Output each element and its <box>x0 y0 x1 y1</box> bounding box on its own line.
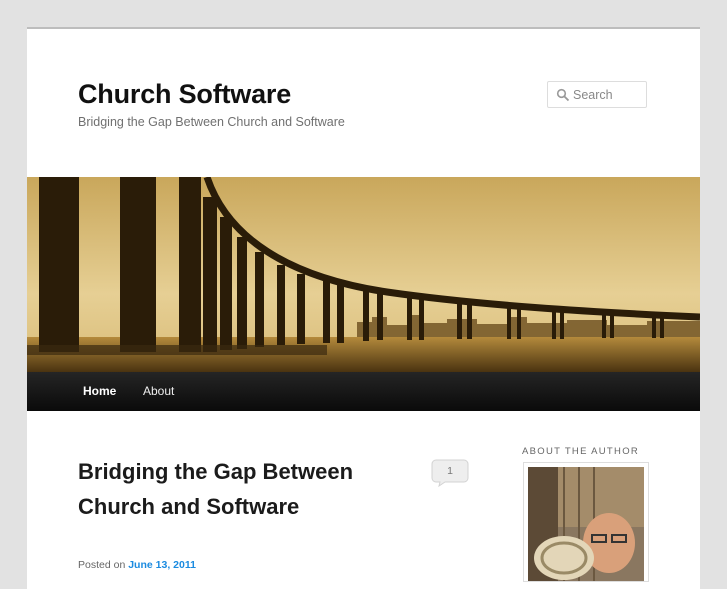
site-description: Bridging the Gap Between Church and Soft… <box>78 115 345 129</box>
post-date-link[interactable]: June 13, 2011 <box>128 559 196 571</box>
comment-count[interactable]: 1 <box>431 465 469 477</box>
page: Church Software Bridging the Gap Between… <box>27 27 700 589</box>
posted-on-label: Posted on <box>78 559 126 571</box>
site-title[interactable]: Church Software <box>78 79 291 110</box>
search-box[interactable] <box>547 81 647 108</box>
header-image <box>27 177 700 372</box>
nav-item-home[interactable]: Home <box>83 384 116 398</box>
author-image <box>528 467 644 581</box>
search-icon <box>556 88 570 102</box>
main-navigation: Home About <box>27 372 700 411</box>
post-title[interactable]: Bridging the Gap Between Church and Soft… <box>78 454 398 524</box>
nav-item-about[interactable]: About <box>143 384 174 398</box>
widget-title: About the Author <box>522 446 640 457</box>
post-meta: Posted on June 13, 2011 <box>78 559 196 571</box>
author-photo <box>523 462 649 582</box>
search-input[interactable] <box>573 86 643 104</box>
bridge-header-image <box>27 177 700 372</box>
